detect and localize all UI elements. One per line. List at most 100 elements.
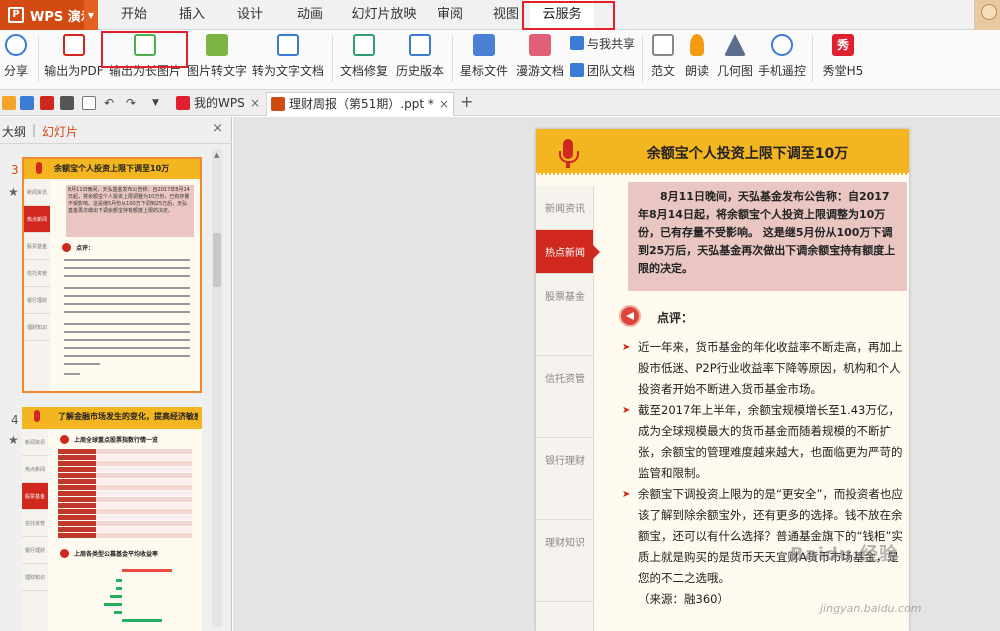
ribbon-divider xyxy=(812,36,813,82)
menu-view[interactable]: 视图 xyxy=(486,0,526,30)
menu-review[interactable]: 审阅 xyxy=(430,0,470,30)
tab-my-wps[interactable]: 我的WPS × xyxy=(172,92,264,116)
template-icon xyxy=(652,34,674,56)
print-preview-icon[interactable] xyxy=(82,96,96,110)
menu-animation[interactable]: 动画 xyxy=(288,0,332,30)
image-to-text-button[interactable]: 图片转文字 xyxy=(187,30,247,88)
menu-home[interactable]: 开始 xyxy=(110,0,158,30)
wps-logo-icon: P xyxy=(8,7,24,23)
print-icon[interactable] xyxy=(60,96,74,110)
export-long-image-button[interactable]: 输出为长图片 xyxy=(106,30,184,88)
star-folder-icon xyxy=(473,34,495,56)
close-icon[interactable]: × xyxy=(439,93,449,115)
share-label: 分享 xyxy=(3,64,28,78)
menu-design[interactable]: 设计 xyxy=(228,0,272,30)
thumb-title: 余额宝个人投资上限下调至10万 xyxy=(54,164,170,173)
chevron-down-icon[interactable]: ▼ xyxy=(152,96,166,110)
panel-scrollbar[interactable]: ▲ xyxy=(212,149,222,627)
highlight-textbox[interactable]: 8月11日晚间，天弘基金发布公告称：自2017年8月14日起，将余额宝个人投资上… xyxy=(628,182,907,291)
app-menu-button[interactable]: P WPS 演示 ▼ xyxy=(0,0,98,30)
quick-access-bar: ↶ ↷ ▼ 我的WPS × 理财周报（第51期）.ppt * × + xyxy=(0,90,1000,116)
speaker-icon xyxy=(62,243,71,252)
scroll-up-icon[interactable]: ▲ xyxy=(214,151,219,159)
watermark: Baidu 经验 xyxy=(790,544,899,565)
thumb-subtitle-1: 上周全球重点股票指数行情一览 xyxy=(74,437,159,444)
star-icon: ★ xyxy=(8,185,19,199)
microphone-icon xyxy=(559,139,579,163)
share-button[interactable]: 分享 xyxy=(2,30,30,88)
open-folder-icon[interactable] xyxy=(2,96,16,110)
slide-thumbnail-4[interactable]: 了解金融市场发生的变化，提高经济敏感度 新闻资讯 热点新闻 股票基金 信托资管 … xyxy=(22,407,202,631)
microphone-icon xyxy=(34,410,40,422)
panel-tab-divider: | xyxy=(32,123,37,137)
share-with-me-label: 与我共享 xyxy=(587,36,636,51)
repair-icon xyxy=(353,34,375,56)
convert-to-text-button[interactable]: 转为文字文档 xyxy=(252,30,324,88)
thumb-nav: 新闻资讯 热点新闻 股票基金 信托资管 银行理财 理财知识 xyxy=(24,179,50,391)
redo-icon[interactable]: ↷ xyxy=(126,96,140,110)
wps-tab-icon xyxy=(176,96,190,110)
slide-title[interactable]: 余额宝个人投资上限下调至10万 xyxy=(596,143,899,163)
xiutang-icon: 秀 xyxy=(832,34,854,56)
image-export-icon xyxy=(134,34,156,56)
doc-repair-button[interactable]: 文档修复 xyxy=(340,30,388,88)
shared-icon xyxy=(570,36,584,50)
tab-document[interactable]: 理财周报（第51期）.ppt * × xyxy=(266,92,454,116)
scrollbar-thumb[interactable] xyxy=(213,233,221,287)
slide-thumbnail-3[interactable]: 余额宝个人投资上限下调至10万 新闻资讯 热点新闻 股票基金 信托资管 银行理财… xyxy=(22,157,202,393)
save-icon[interactable] xyxy=(20,96,34,110)
share-with-me-button[interactable]: 与我共享 xyxy=(570,34,635,52)
thumb-index-table xyxy=(58,449,194,539)
bullet-item: 余额宝下调投资上限为的是“更安全”，而投资者也应该了解到除余额宝外，还有更多的选… xyxy=(622,484,907,589)
geometry-button[interactable]: 几何图 xyxy=(717,30,753,88)
export-pdf-button[interactable]: 输出为PDF xyxy=(44,30,104,88)
share-icon xyxy=(5,34,27,56)
menu-cloud-services[interactable]: 云服务 xyxy=(530,0,594,30)
slide-number-3: 3 xyxy=(11,163,19,177)
history-button[interactable]: 历史版本 xyxy=(396,30,444,88)
xiutang-h5-button[interactable]: 秀 秀堂H5 xyxy=(823,30,863,88)
nav-item-news: 新闻资讯 xyxy=(536,186,593,230)
microphone-icon xyxy=(690,34,704,56)
convert-to-text-label: 转为文字文档 xyxy=(251,64,324,78)
nav-item-knowledge: 理财知识 xyxy=(536,520,593,602)
phone-remote-label: 手机遥控 xyxy=(757,64,806,78)
close-icon[interactable]: × xyxy=(250,92,260,114)
ribbon-divider xyxy=(38,36,39,82)
nav-item-bank: 银行理财 xyxy=(536,438,593,520)
export-pdf-quick-icon[interactable] xyxy=(40,96,54,110)
close-icon[interactable]: × xyxy=(212,121,223,136)
undo-icon[interactable]: ↶ xyxy=(104,96,118,110)
phone-remote-button[interactable]: 手机遥控 xyxy=(758,30,806,88)
team-docs-button[interactable]: 团队文档 xyxy=(570,61,635,79)
comment-textbox[interactable]: 近一年来，货币基金的年化收益率不断走高，再加上股市低迷、P2P行业收益率下降等原… xyxy=(622,337,907,610)
history-label: 历史版本 xyxy=(395,64,444,78)
image-to-text-icon xyxy=(206,34,228,56)
thumb-comment: 点评： xyxy=(76,245,95,252)
panel-divider xyxy=(0,143,232,144)
comment-label: 点评： xyxy=(657,311,694,325)
slide-header: 余额宝个人投资上限下调至10万 xyxy=(536,129,909,175)
starred-files-button[interactable]: 星标文件 xyxy=(460,30,508,88)
thumb-highlight: 8月11日晚间，天弘基金发布公告称：自2017年8月14日起，将余额宝个人投资上… xyxy=(66,185,194,237)
thumb-subtitle-2: 上周各类型公募基金平均收益率 xyxy=(74,551,159,558)
avatar[interactable] xyxy=(974,0,1000,30)
read-aloud-button[interactable]: 朗读 xyxy=(684,30,710,88)
watermark-url: jingyan.baidu.com xyxy=(820,602,922,615)
convert-doc-icon xyxy=(277,34,299,56)
new-tab-icon[interactable]: + xyxy=(460,93,474,111)
tab-outline[interactable]: 大纲 xyxy=(2,123,26,140)
history-icon xyxy=(409,34,431,56)
roaming-docs-button[interactable]: 漫游文档 xyxy=(516,30,564,88)
templates-button[interactable]: 范文 xyxy=(650,30,676,88)
menu-slideshow[interactable]: 幻灯片放映 xyxy=(345,0,423,30)
menu-insert[interactable]: 插入 xyxy=(170,0,214,30)
roaming-docs-label: 漫游文档 xyxy=(515,64,564,78)
slide-panel: 大纲 | 幻灯片 × 3 ★ 余额宝个人投资上限下调至10万 新闻资讯 热点新闻… xyxy=(0,117,232,631)
tab-slides[interactable]: 幻灯片 xyxy=(42,123,78,140)
bullet-item: 近一年来，货币基金的年化收益率不断走高，再加上股市低迷、P2P行业收益率下降等原… xyxy=(622,337,907,400)
geometry-label: 几何图 xyxy=(716,64,753,78)
chevron-down-icon[interactable]: ▼ xyxy=(84,0,98,30)
speaker-icon xyxy=(619,305,641,327)
slide-number-4: 4 xyxy=(11,413,19,427)
